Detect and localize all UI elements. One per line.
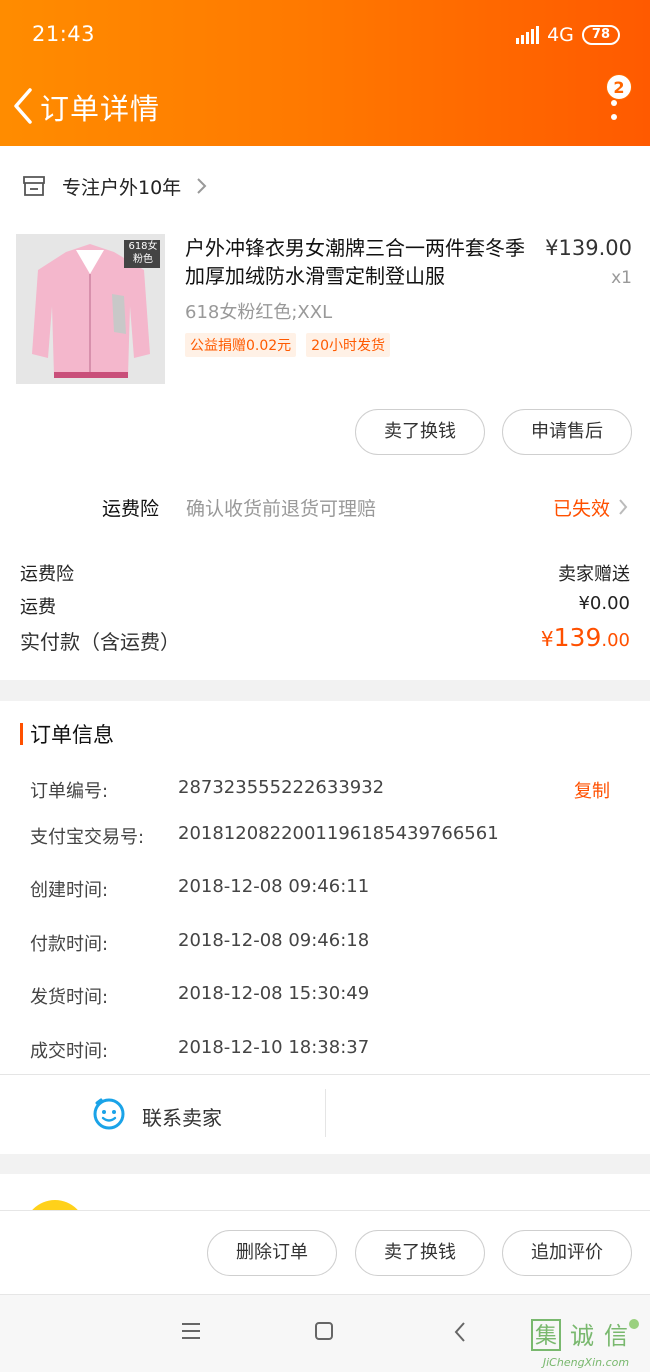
- sell-item-button[interactable]: 卖了换钱: [355, 409, 485, 455]
- menu-icon[interactable]: [180, 1321, 202, 1341]
- shop-icon: [23, 176, 45, 196]
- tag-shipping: 20小时发货: [306, 333, 390, 357]
- product-quantity: x1: [611, 268, 632, 288]
- contact-seller-button[interactable]: 联系卖家: [0, 1075, 325, 1155]
- order-info-title: 订单信息: [30, 723, 114, 747]
- order-info-card: 订单信息 订单编号: 287323555222633932 复制 支付宝交易号:…: [0, 701, 650, 1074]
- status-time: 21:43: [32, 22, 96, 46]
- back-nav-icon[interactable]: [452, 1321, 468, 1343]
- info-key: 发货时间:: [30, 987, 109, 1008]
- payment-symbol: ¥: [540, 627, 554, 651]
- header: 21:43 4G 78 订单详情 2: [0, 0, 650, 146]
- payment-total-line: 实付款（含运费） ¥139.00: [20, 623, 630, 655]
- sell-again-button[interactable]: 卖了换钱: [355, 1230, 485, 1276]
- payment-total-value: ¥139.00: [541, 623, 630, 652]
- fee-shipping-label: 运费: [20, 597, 56, 618]
- copy-button[interactable]: 复制: [574, 777, 610, 803]
- info-key: 支付宝交易号:: [30, 827, 145, 848]
- info-key: 订单编号:: [30, 781, 109, 802]
- watermark-logo: 集 诚 信 JiChengXin.com: [526, 1316, 646, 1370]
- seller-card-partial: [0, 1174, 650, 1214]
- info-key: 成交时间:: [30, 1041, 109, 1062]
- delete-order-button[interactable]: 删除订单: [207, 1230, 337, 1276]
- contact-bar: 联系卖家: [0, 1074, 650, 1154]
- watermark-icon: 集 诚 信: [531, 1319, 639, 1351]
- section-accent-bar: [20, 723, 23, 745]
- product-price: ¥139.00: [545, 236, 632, 260]
- payment-decimal: .00: [601, 630, 630, 651]
- freight-insurance-row[interactable]: 运费险 确认收货前退货可理赔 已失效: [0, 486, 650, 532]
- info-value: 2018-12-08 09:46:18: [178, 930, 370, 951]
- info-key: 创建时间:: [30, 880, 109, 901]
- info-value: 2018120822001196185439766561: [178, 823, 499, 844]
- page-title: 订单详情: [40, 92, 161, 126]
- info-value: 2018-12-08 15:30:49: [178, 983, 370, 1004]
- home-icon[interactable]: [314, 1321, 334, 1341]
- bottom-action-bar: 删除订单 卖了换钱 追加评价: [0, 1210, 650, 1294]
- product-title[interactable]: 户外冲锋衣男女潮牌三合一两件套冬季加厚加绒防水滑雪定制登山服: [185, 234, 535, 290]
- image-badge-line1: 618女: [128, 241, 158, 252]
- order-detail-page: 21:43 4G 78 订单详情 2 专注户外10年 618女 粉色 户外冲锋衣…: [0, 0, 650, 1372]
- svg-text:诚: 诚: [570, 1322, 594, 1350]
- insurance-label: 运费险: [102, 498, 160, 520]
- fee-shipping-line: 运费 ¥0.00: [20, 593, 630, 619]
- after-sale-button[interactable]: 申请售后: [502, 409, 632, 455]
- fee-shipping-value: ¥0.00: [578, 593, 630, 614]
- payment-integer: 139: [553, 623, 602, 652]
- status-icons: 4G 78: [516, 24, 620, 46]
- back-icon[interactable]: [10, 84, 40, 128]
- contact-seller-label: 联系卖家: [142, 1106, 222, 1130]
- product-image[interactable]: 618女 粉色: [16, 234, 165, 384]
- divider: [325, 1089, 326, 1137]
- order-card: 专注户外10年 618女 粉色 户外冲锋衣男女潮牌三合一两件套冬季加厚加绒防水滑…: [0, 146, 650, 680]
- chevron-right-icon: [619, 499, 628, 515]
- svg-text:集: 集: [535, 1324, 557, 1349]
- fee-insurance-label: 运费险: [20, 564, 74, 585]
- add-review-button[interactable]: 追加评价: [502, 1230, 632, 1276]
- svg-text:信: 信: [604, 1322, 628, 1350]
- tag-charity: 公益捐赠0.02元: [185, 333, 297, 357]
- battery-icon: 78: [581, 25, 620, 45]
- signal-icon: [516, 26, 540, 44]
- shop-name: 专注户外10年: [62, 176, 182, 199]
- info-value: 2018-12-08 09:46:11: [178, 876, 370, 897]
- network-label: 4G: [547, 24, 574, 46]
- chevron-right-icon: [197, 178, 207, 194]
- insurance-desc: 确认收货前退货可理赔: [186, 498, 377, 520]
- watermark-site: JiChengXin.com: [542, 1356, 630, 1369]
- order-number-value: 287323555222633932: [178, 777, 385, 798]
- info-key: 付款时间:: [30, 934, 109, 955]
- insurance-status: 已失效: [552, 498, 610, 520]
- shop-row[interactable]: 专注户外10年: [0, 146, 650, 226]
- message-badge: 2: [606, 74, 632, 100]
- chat-face-icon: [93, 1098, 125, 1130]
- image-badge-line2: 粉色: [133, 254, 153, 265]
- product-tags: 公益捐赠0.02元 20小时发货: [185, 333, 390, 357]
- payment-total-label: 实付款（含运费）: [20, 630, 180, 654]
- info-value: 2018-12-10 18:38:37: [178, 1037, 370, 1058]
- fee-insurance-value: 卖家赠送: [558, 564, 630, 585]
- fee-insurance-line: 运费险 卖家赠送: [20, 560, 630, 586]
- product-sku: 618女粉红色;XXL: [185, 302, 333, 323]
